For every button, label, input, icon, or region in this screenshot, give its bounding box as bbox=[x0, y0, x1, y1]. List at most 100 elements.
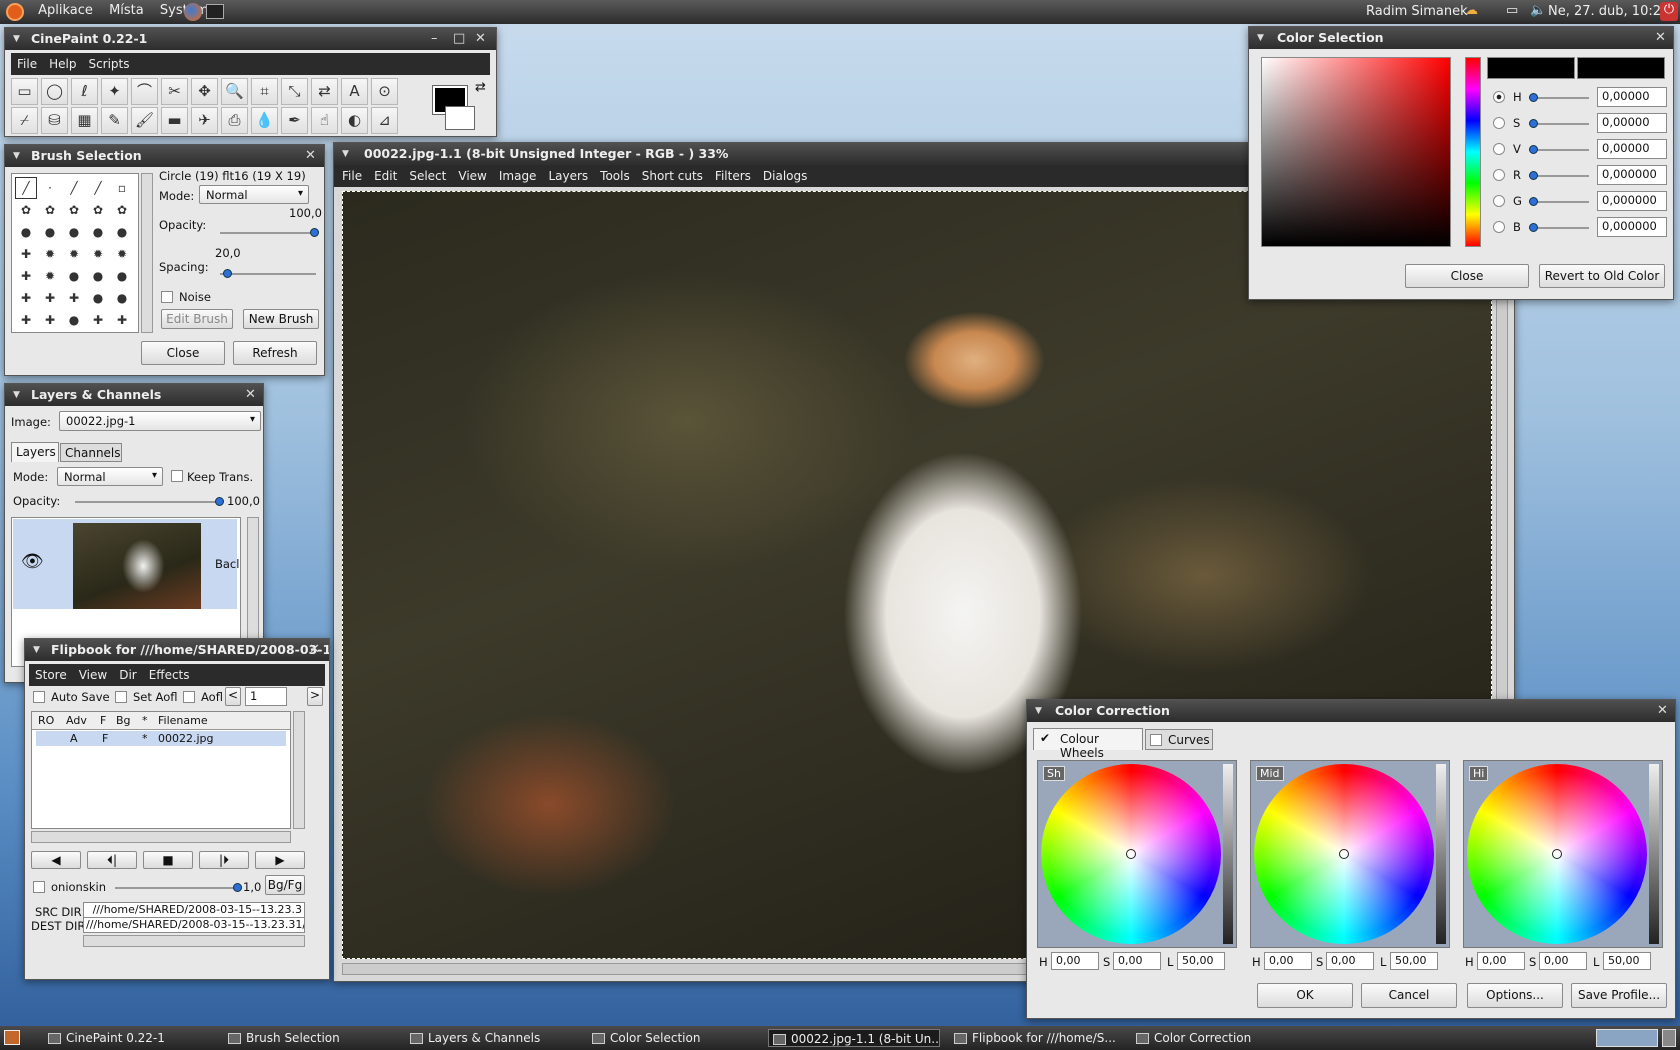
auto-save-checkbox[interactable] bbox=[33, 691, 45, 703]
menu-help[interactable]: Help bbox=[43, 57, 82, 71]
brush-swatch[interactable]: ▫ bbox=[112, 178, 132, 198]
brush-swatch[interactable]: ● bbox=[40, 222, 60, 242]
close-icon[interactable]: ✕ bbox=[309, 639, 320, 661]
brush-swatch[interactable]: ● bbox=[88, 222, 108, 242]
wheel-l-input[interactable]: 50,00 bbox=[1177, 952, 1225, 970]
brush-swatch[interactable]: ● bbox=[112, 266, 132, 286]
table-hscrollbar[interactable] bbox=[31, 831, 291, 843]
saturation-value-field[interactable] bbox=[1261, 57, 1451, 247]
channel-radio-g[interactable] bbox=[1493, 195, 1505, 207]
channel-value-v[interactable]: 0,00000 bbox=[1597, 139, 1667, 159]
channel-radio-h[interactable] bbox=[1493, 91, 1505, 103]
firefox-icon[interactable] bbox=[184, 3, 202, 21]
task-color-selection[interactable]: Color Selection bbox=[588, 1029, 758, 1047]
play-backward-button[interactable]: ◀ bbox=[31, 851, 81, 869]
col-bg[interactable]: Bg bbox=[116, 714, 131, 727]
tab-channels[interactable]: Channels bbox=[60, 443, 122, 462]
luminance-bar[interactable] bbox=[1223, 764, 1233, 944]
wheel-l-input[interactable]: 50,00 bbox=[1603, 952, 1651, 970]
menu-tools[interactable]: Tools bbox=[594, 169, 636, 183]
layer-mode-select[interactable]: Normal bbox=[57, 467, 163, 486]
gradient-tool-icon[interactable]: ▦ bbox=[71, 107, 98, 134]
magic-wand-tool-icon[interactable]: ✦ bbox=[101, 78, 128, 105]
paintbrush-tool-icon[interactable]: 🖌 bbox=[131, 107, 158, 134]
blur-tool-icon[interactable]: 💧 bbox=[251, 107, 278, 134]
brush-swatch[interactable]: ✿ bbox=[16, 200, 36, 220]
wheel-s-input[interactable]: 0,00 bbox=[1113, 952, 1161, 970]
menu-effects[interactable]: Effects bbox=[143, 668, 196, 682]
eraser-tool-icon[interactable]: ▬ bbox=[161, 107, 188, 134]
brush-swatch[interactable]: ● bbox=[64, 310, 84, 330]
brush-swatch[interactable]: ● bbox=[112, 222, 132, 242]
task-brush-selection[interactable]: Brush Selection bbox=[224, 1029, 394, 1047]
table-vscrollbar[interactable] bbox=[293, 711, 305, 829]
src-dir-field[interactable]: ///home/SHARED/2008-03-15--13.23.3 bbox=[83, 902, 305, 918]
onionskin-checkbox[interactable] bbox=[33, 881, 45, 893]
ubuntu-logo-icon[interactable] bbox=[6, 3, 24, 21]
brush-swatch[interactable]: ✿ bbox=[64, 200, 84, 220]
power-icon[interactable]: ⏻ bbox=[1660, 2, 1678, 21]
wheel-l-input[interactable]: 50,00 bbox=[1390, 952, 1438, 970]
channel-value-g[interactable]: 0,000000 bbox=[1597, 191, 1667, 211]
channel-slider-handle[interactable] bbox=[1529, 171, 1538, 180]
close-icon[interactable]: ✕ bbox=[1657, 700, 1668, 722]
hue-strip[interactable] bbox=[1465, 57, 1481, 247]
channel-value-h[interactable]: 0,00000 bbox=[1597, 87, 1667, 107]
tab-layers[interactable]: Layers bbox=[11, 442, 59, 462]
user-name[interactable]: Radim Simanek bbox=[1366, 4, 1468, 19]
text-tool-icon[interactable]: A bbox=[341, 78, 368, 105]
crop-tool-icon[interactable]: ⌗ bbox=[251, 78, 278, 105]
menu-file[interactable]: File bbox=[11, 57, 43, 71]
smudge-tool-icon[interactable]: ☝ bbox=[311, 107, 338, 134]
task-image[interactable]: 00022.jpg-1.1 (8-bit Un... bbox=[768, 1029, 940, 1047]
onionskin-handle[interactable] bbox=[233, 883, 242, 892]
col-star[interactable]: * bbox=[142, 714, 148, 727]
brush-opacity-handle[interactable] bbox=[310, 228, 319, 237]
brush-mode-select[interactable]: Normal bbox=[199, 185, 309, 204]
minimize-icon[interactable]: – bbox=[431, 28, 438, 50]
col-adv[interactable]: Adv bbox=[66, 714, 87, 727]
brush-swatch[interactable]: ✚ bbox=[88, 310, 108, 330]
menu-store[interactable]: Store bbox=[29, 668, 73, 682]
menu-dialogs[interactable]: Dialogs bbox=[757, 169, 813, 183]
brush-swatch[interactable]: ● bbox=[88, 288, 108, 308]
menu-applications[interactable]: Aplikace bbox=[32, 0, 99, 21]
brush-spacing-handle[interactable] bbox=[223, 269, 232, 278]
background-color-swatch[interactable] bbox=[445, 106, 475, 130]
lasso-tool-icon[interactable]: ℓ bbox=[71, 78, 98, 105]
tab-curves[interactable]: Curves bbox=[1145, 729, 1213, 750]
measure-tool-icon[interactable]: ⊿ bbox=[371, 107, 398, 134]
brush-scrollbar[interactable] bbox=[141, 173, 153, 333]
ellipse-select-tool-icon[interactable]: ◯ bbox=[41, 78, 68, 105]
task-flipbook[interactable]: Flipbook for ///home/S... bbox=[950, 1029, 1120, 1047]
brush-swatch[interactable]: ╱ bbox=[64, 178, 84, 198]
brush-spacing-slider[interactable] bbox=[220, 273, 316, 275]
close-icon[interactable]: ✕ bbox=[245, 384, 256, 406]
brush-swatch[interactable]: ✚ bbox=[112, 310, 132, 330]
color-picker-tool-icon[interactable]: ⊙ bbox=[371, 78, 398, 105]
task-color-correction[interactable]: Color Correction bbox=[1132, 1029, 1302, 1047]
trash-icon[interactable] bbox=[1662, 1029, 1676, 1047]
new-brush-button[interactable]: New Brush bbox=[243, 309, 319, 329]
bezier-tool-icon[interactable]: ⌒ bbox=[131, 78, 158, 105]
layer-opacity-handle[interactable] bbox=[215, 497, 224, 506]
channel-radio-v[interactable] bbox=[1493, 143, 1505, 155]
brush-swatch[interactable]: ● bbox=[88, 266, 108, 286]
dir-hscrollbar[interactable] bbox=[83, 935, 305, 947]
menu-image[interactable]: Image bbox=[493, 169, 543, 183]
pencil-tool-icon[interactable]: ✎ bbox=[101, 107, 128, 134]
ink-tool-icon[interactable]: ✒ bbox=[281, 107, 308, 134]
colorsel-close-button[interactable]: Close bbox=[1405, 264, 1529, 288]
flip-tool-icon[interactable]: ⇄ bbox=[311, 78, 338, 105]
channel-slider-handle[interactable] bbox=[1529, 197, 1538, 206]
menu-edit[interactable]: Edit bbox=[368, 169, 403, 183]
menu-layers[interactable]: Layers bbox=[542, 169, 594, 183]
scissors-tool-icon[interactable]: ✂ bbox=[161, 78, 188, 105]
brush-swatch[interactable]: ✚ bbox=[16, 266, 36, 286]
channel-slider-b[interactable] bbox=[1529, 227, 1589, 229]
image-select[interactable]: 00022.jpg-1 bbox=[59, 411, 261, 431]
terminal-icon[interactable] bbox=[206, 4, 224, 19]
wheel-s-input[interactable]: 0,00 bbox=[1539, 952, 1587, 970]
close-icon[interactable]: ✕ bbox=[475, 28, 486, 50]
brush-swatch[interactable]: ✹ bbox=[40, 266, 60, 286]
